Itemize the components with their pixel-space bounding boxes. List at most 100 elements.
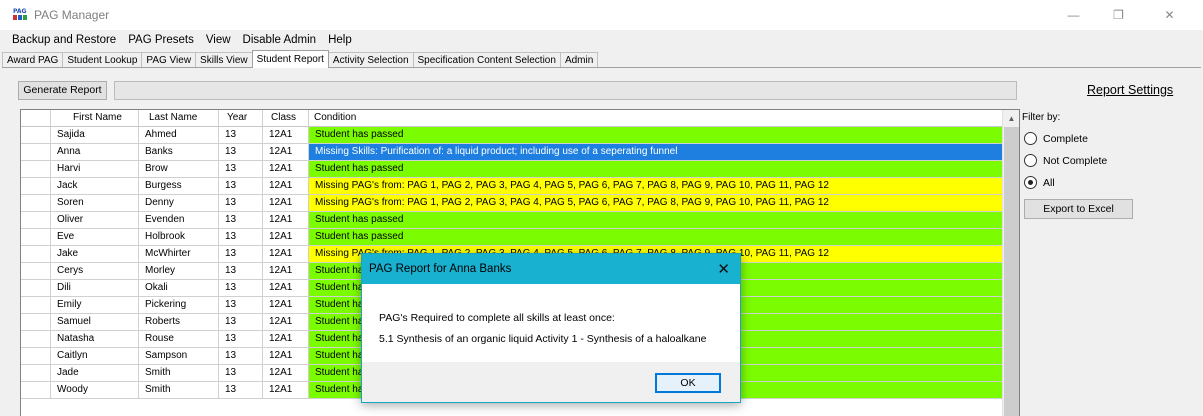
tab-admin[interactable]: Admin — [559, 52, 599, 68]
last-name-cell[interactable]: Pickering — [139, 297, 219, 313]
dialog-ok-button[interactable]: OK — [655, 373, 721, 393]
last-name-cell[interactable]: Smith — [139, 382, 219, 398]
row-header-cell[interactable] — [21, 178, 51, 194]
menu-help[interactable]: Help — [322, 31, 358, 49]
restore-icon[interactable]: ❐ — [1096, 0, 1141, 30]
first-name-cell[interactable]: Dili — [51, 280, 139, 296]
year-cell[interactable]: 13 — [219, 195, 263, 211]
condition-cell[interactable]: Student has passed — [309, 161, 1003, 177]
tab-specification-content-selection[interactable]: Specification Content Selection — [412, 52, 561, 68]
menu-pag-presets[interactable]: PAG Presets — [122, 31, 200, 49]
column-header-class[interactable]: Class — [263, 110, 309, 126]
filter-complete-radio[interactable]: Complete — [1024, 132, 1088, 145]
minimize-icon[interactable]: — — [1051, 0, 1096, 30]
year-cell[interactable]: 13 — [219, 263, 263, 279]
year-cell[interactable]: 13 — [219, 246, 263, 262]
table-row[interactable]: Oliver Evenden 13 12A1 Student has passed — [21, 212, 1003, 229]
first-name-cell[interactable]: Woody — [51, 382, 139, 398]
table-row[interactable]: Sajida Ahmed 13 12A1 Student has passed — [21, 127, 1003, 144]
class-cell[interactable]: 12A1 — [263, 331, 309, 347]
table-row[interactable]: Jack Burgess 13 12A1 Missing PAG's from: PAG… — [21, 178, 1003, 195]
last-name-cell[interactable]: Evenden — [139, 212, 219, 228]
tab-pag-view[interactable]: PAG View — [141, 52, 197, 68]
filter-not-complete-radio[interactable]: Not Complete — [1024, 154, 1107, 167]
last-name-cell[interactable]: Denny — [139, 195, 219, 211]
row-header-cell[interactable] — [21, 297, 51, 313]
last-name-cell[interactable]: Holbrook — [139, 229, 219, 245]
tab-skills-view[interactable]: Skills View — [195, 52, 253, 68]
column-header-last-name[interactable]: Last Name — [139, 110, 219, 126]
first-name-cell[interactable]: Sajida — [51, 127, 139, 143]
year-cell[interactable]: 13 — [219, 365, 263, 381]
condition-cell[interactable]: Missing Skills: Purification of: a liqui… — [309, 144, 1003, 160]
tab-student-report[interactable]: Student Report — [251, 50, 329, 68]
table-row[interactable]: Anna Banks 13 12A1 Missing Skills: Purificat… — [21, 144, 1003, 161]
first-name-cell[interactable]: Soren — [51, 195, 139, 211]
first-name-cell[interactable]: Emily — [51, 297, 139, 313]
menu-disable-admin[interactable]: Disable Admin — [237, 31, 323, 49]
row-header-cell[interactable] — [21, 127, 51, 143]
year-cell[interactable]: 13 — [219, 348, 263, 364]
first-name-cell[interactable]: Eve — [51, 229, 139, 245]
first-name-cell[interactable]: Jake — [51, 246, 139, 262]
row-header-cell[interactable] — [21, 195, 51, 211]
class-cell[interactable]: 12A1 — [263, 246, 309, 262]
year-cell[interactable]: 13 — [219, 297, 263, 313]
year-cell[interactable]: 13 — [219, 212, 263, 228]
row-header-cell[interactable] — [21, 331, 51, 347]
condition-cell[interactable]: Student has passed — [309, 229, 1003, 245]
condition-cell[interactable]: Missing PAG's from: PAG 1, PAG 2, PAG 3,… — [309, 178, 1003, 194]
first-name-cell[interactable]: Caitlyn — [51, 348, 139, 364]
condition-cell[interactable]: Student has passed — [309, 212, 1003, 228]
class-cell[interactable]: 12A1 — [263, 195, 309, 211]
year-cell[interactable]: 13 — [219, 127, 263, 143]
last-name-cell[interactable]: Sampson — [139, 348, 219, 364]
first-name-cell[interactable]: Jack — [51, 178, 139, 194]
menu-view[interactable]: View — [200, 31, 237, 49]
class-cell[interactable]: 12A1 — [263, 280, 309, 296]
scrollbar-thumb[interactable] — [1004, 127, 1019, 416]
column-header-first-name[interactable]: First Name — [51, 110, 139, 126]
row-header-cell[interactable] — [21, 229, 51, 245]
row-header-cell[interactable] — [21, 365, 51, 381]
radio-selected-icon[interactable] — [1024, 176, 1037, 189]
close-icon[interactable]: ✕ — [1147, 0, 1192, 30]
row-header-cell[interactable] — [21, 382, 51, 398]
first-name-cell[interactable]: Cerys — [51, 263, 139, 279]
last-name-cell[interactable]: Brow — [139, 161, 219, 177]
last-name-cell[interactable]: Burgess — [139, 178, 219, 194]
first-name-cell[interactable]: Natasha — [51, 331, 139, 347]
last-name-cell[interactable]: Rouse — [139, 331, 219, 347]
grid-vertical-scrollbar[interactable]: ▲ — [1002, 110, 1019, 416]
table-row[interactable]: Harvi Brow 13 12A1 Student has passed — [21, 161, 1003, 178]
row-header-cell[interactable] — [21, 212, 51, 228]
year-cell[interactable]: 13 — [219, 280, 263, 296]
class-cell[interactable]: 12A1 — [263, 382, 309, 398]
class-cell[interactable]: 12A1 — [263, 127, 309, 143]
year-cell[interactable]: 13 — [219, 331, 263, 347]
last-name-cell[interactable]: Smith — [139, 365, 219, 381]
row-header-cell[interactable] — [21, 246, 51, 262]
row-header-cell[interactable] — [21, 314, 51, 330]
last-name-cell[interactable]: Roberts — [139, 314, 219, 330]
scroll-up-arrow-icon[interactable]: ▲ — [1003, 110, 1019, 127]
dialog-close-icon[interactable]: ✕ — [717, 260, 730, 278]
generate-report-button[interactable]: Generate Report — [18, 81, 107, 100]
row-header-cell[interactable] — [21, 263, 51, 279]
last-name-cell[interactable]: Ahmed — [139, 127, 219, 143]
year-cell[interactable]: 13 — [219, 144, 263, 160]
first-name-cell[interactable]: Anna — [51, 144, 139, 160]
class-cell[interactable]: 12A1 — [263, 212, 309, 228]
export-to-excel-button[interactable]: Export to Excel — [1024, 199, 1133, 219]
class-cell[interactable]: 12A1 — [263, 314, 309, 330]
last-name-cell[interactable]: Morley — [139, 263, 219, 279]
class-cell[interactable]: 12A1 — [263, 161, 309, 177]
class-cell[interactable]: 12A1 — [263, 297, 309, 313]
year-cell[interactable]: 13 — [219, 229, 263, 245]
row-header-cell[interactable] — [21, 348, 51, 364]
tab-award-pag[interactable]: Award PAG — [2, 52, 64, 68]
row-header-cell[interactable] — [21, 144, 51, 160]
first-name-cell[interactable]: Jade — [51, 365, 139, 381]
condition-cell[interactable]: Missing PAG's from: PAG 1, PAG 2, PAG 3,… — [309, 195, 1003, 211]
year-cell[interactable]: 13 — [219, 382, 263, 398]
